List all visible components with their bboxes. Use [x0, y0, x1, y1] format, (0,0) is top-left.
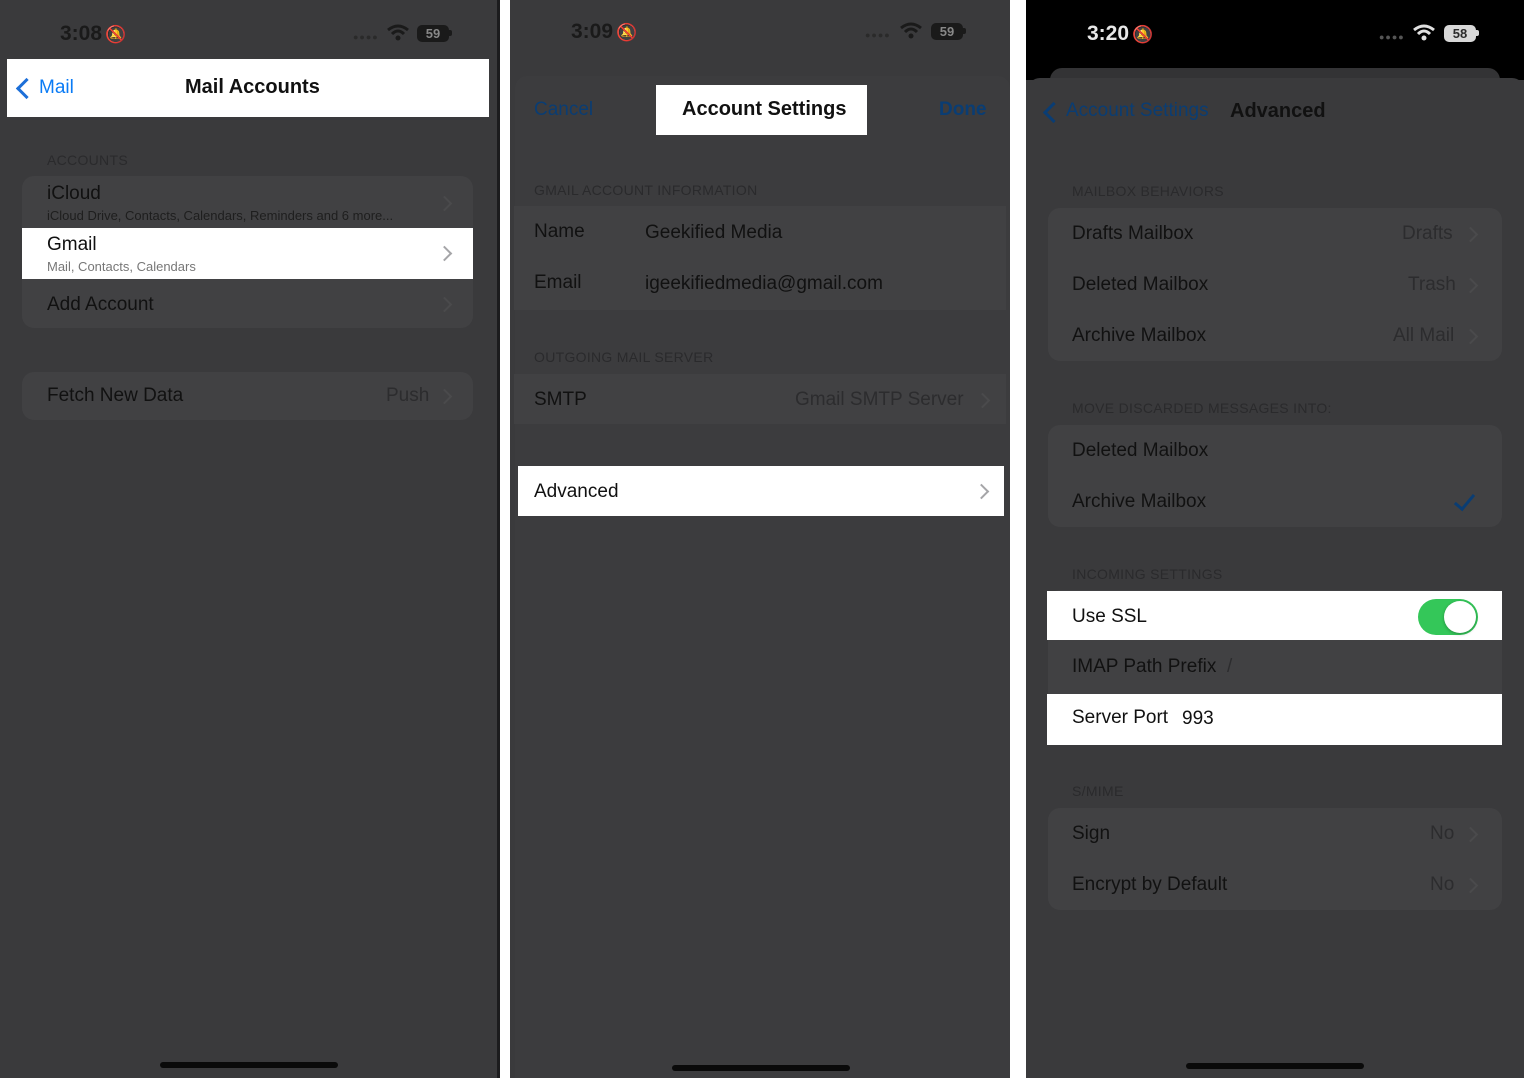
home-indicator — [160, 1062, 338, 1068]
archive-mailbox-label[interactable]: Archive Mailbox — [1072, 325, 1206, 347]
battery-icon: 59 — [417, 25, 449, 42]
section-header-discard: MOVE DISCARDED MESSAGES INTO: — [1072, 400, 1332, 416]
section-header-mailbox: MAILBOX BEHAVIORS — [1072, 183, 1224, 199]
discard-archive-label[interactable]: Archive Mailbox — [1072, 491, 1206, 513]
back-button-mail[interactable]: Mail — [39, 77, 74, 99]
wifi-icon — [1413, 24, 1435, 41]
drafts-mailbox-value: Drafts — [1402, 223, 1453, 244]
fetch-new-data-value: Push — [386, 385, 430, 406]
page-title: Account Settings — [682, 98, 847, 120]
status-time: 3:09 🔕 — [571, 20, 638, 43]
home-indicator — [1186, 1063, 1364, 1069]
cellular-signal-icon: ●●●● — [865, 30, 891, 40]
section-header-accounts: ACCOUNTS — [47, 152, 128, 168]
phone-advanced: 3:20 🔕 ●●●● 58 Account Settings Advanced … — [1026, 0, 1524, 1078]
use-ssl-toggle[interactable] — [1418, 599, 1478, 635]
back-button-account-settings[interactable]: Account Settings — [1066, 100, 1209, 122]
archive-mailbox-value: All Mail — [1393, 325, 1455, 346]
battery-icon: 58 — [1444, 25, 1476, 42]
email-label: Email — [534, 272, 582, 293]
page-title: Advanced — [1230, 100, 1326, 122]
deleted-mailbox-value: Trash — [1408, 274, 1456, 295]
status-time: 3:08 🔕 — [60, 22, 127, 45]
page-title: Mail Accounts — [185, 76, 320, 98]
silent-bell-icon: 🔕 — [1132, 25, 1154, 44]
home-indicator — [672, 1065, 850, 1071]
toggle-knob — [1444, 601, 1476, 633]
server-port-label: Server Port — [1072, 707, 1169, 728]
battery-icon: 59 — [931, 23, 963, 40]
battery-tip — [1476, 30, 1479, 36]
name-field[interactable]: Geekified Media — [645, 222, 782, 244]
status-time: 3:20 🔕 — [1087, 22, 1154, 45]
advanced-label[interactable]: Advanced — [534, 481, 619, 503]
cellular-signal-icon: ●●●● — [1379, 32, 1405, 42]
fetch-new-data-label[interactable]: Fetch New Data — [47, 385, 183, 407]
section-header-gmail: GMAIL ACCOUNT INFORMATION — [534, 182, 758, 198]
smtp-label[interactable]: SMTP — [534, 389, 587, 411]
drafts-mailbox-label[interactable]: Drafts Mailbox — [1072, 223, 1193, 245]
encrypt-by-default-label[interactable]: Encrypt by Default — [1072, 874, 1227, 896]
account-gmail-subtitle: Mail, Contacts, Calendars — [47, 259, 196, 274]
battery-tip — [449, 30, 452, 36]
cancel-button[interactable]: Cancel — [534, 99, 593, 121]
discard-deleted-label[interactable]: Deleted Mailbox — [1072, 440, 1208, 462]
server-port-field[interactable]: 993 — [1182, 708, 1214, 730]
deleted-mailbox-label[interactable]: Deleted Mailbox — [1072, 274, 1208, 296]
email-value: igeekifiedmedia@gmail.com — [645, 273, 883, 294]
wifi-icon — [900, 22, 922, 39]
smtp-value: Gmail SMTP Server — [795, 389, 964, 410]
cellular-signal-icon: ●●●● — [353, 32, 379, 42]
account-icloud-label[interactable]: iCloud — [47, 183, 101, 205]
wifi-icon — [387, 24, 409, 41]
battery-tip — [963, 28, 966, 34]
silent-bell-icon: 🔕 — [105, 25, 127, 44]
section-header-smime: S/MIME — [1072, 783, 1124, 799]
name-label: Name — [534, 221, 585, 242]
encrypt-by-default-value: No — [1430, 874, 1455, 895]
imap-path-prefix-field[interactable]: / — [1227, 656, 1232, 678]
done-button[interactable]: Done — [939, 99, 987, 121]
imap-path-prefix-label: IMAP Path Prefix — [1072, 656, 1217, 677]
account-icloud-subtitle: iCloud Drive, Contacts, Calendars, Remin… — [47, 208, 394, 223]
section-header-incoming: INCOMING SETTINGS — [1072, 566, 1223, 582]
phone-mail-accounts: 3:08 🔕 ●●●● 59 Mail Mail Accounts ACCOUNT… — [0, 0, 500, 1078]
account-gmail-label[interactable]: Gmail — [47, 234, 97, 256]
add-account-label[interactable]: Add Account — [47, 294, 154, 316]
sign-label[interactable]: Sign — [1072, 823, 1110, 845]
section-header-outgoing: OUTGOING MAIL SERVER — [534, 349, 714, 365]
phone-account-settings: 3:09 🔕 ●●●● 59 Cancel Account Settings Do… — [510, 0, 1010, 1078]
sign-value: No — [1430, 823, 1455, 844]
silent-bell-icon: 🔕 — [616, 23, 638, 42]
use-ssl-label: Use SSL — [1072, 606, 1147, 627]
